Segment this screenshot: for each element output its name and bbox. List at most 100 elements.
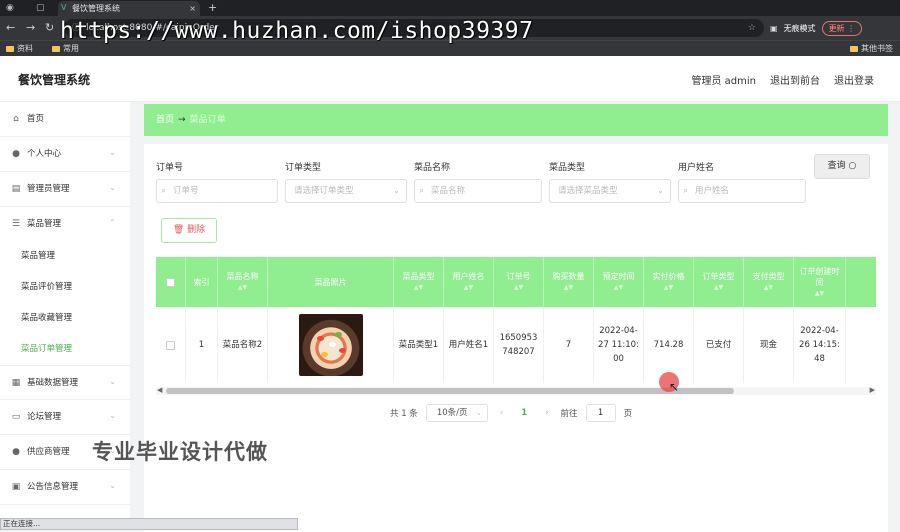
order-type-placeholder: 请选择订单类型 — [294, 186, 354, 196]
sidebar-item-label: 管理员管理 — [27, 184, 70, 194]
page-number[interactable]: 1 — [515, 408, 533, 418]
sidebar-item-base-data[interactable]: ▦ 基础数据管理 ⌄ — [0, 365, 130, 400]
dish-name-input[interactable]: ⌕ 菜品名称 — [414, 179, 542, 203]
bookmark-folder-1[interactable]: 资料 — [6, 41, 33, 56]
chevron-down-icon: ⌄ — [109, 377, 116, 386]
sub-item-dish-favorite[interactable]: 菜品收藏管理 — [0, 301, 130, 332]
trash-icon: 🗑 — [172, 225, 185, 235]
col-header-dish-type[interactable]: 菜品类型 ▲▼ — [394, 257, 444, 307]
browser-tab[interactable]: V 餐饮管理系统 × — [58, 1, 200, 16]
sidebar-item-label: 菜品管理 — [27, 219, 62, 229]
search-icon: ⌕ — [683, 186, 689, 196]
col-header-user-name[interactable]: 用户姓名 ▲▼ — [444, 257, 494, 307]
user-name-input[interactable]: ⌕ 用户姓名 — [678, 179, 806, 203]
app-title: 餐饮管理系统 — [18, 73, 91, 87]
col-header-order-no[interactable]: 订单号 ▲▼ — [494, 257, 544, 307]
user-name-placeholder: 用户姓名 — [695, 186, 730, 196]
dish-photo[interactable] — [298, 314, 363, 376]
admin-icon: ▤ — [11, 184, 21, 194]
sort-icon: ▲▼ — [463, 284, 474, 291]
goto-page-input[interactable]: 1 — [585, 404, 616, 422]
sort-icon: ▲▼ — [513, 284, 524, 291]
search-icon: ⌕ — [419, 186, 425, 196]
header-links: 管理员 admin 退出到前台 退出登录 — [691, 72, 874, 87]
url-text: localhost:8080/#/caipinOrder — [86, 23, 219, 33]
page-suffix: 页 — [623, 409, 633, 419]
sidebar-item-label: 个人中心 — [27, 149, 62, 159]
scroll-left-icon[interactable]: ◀ — [157, 386, 162, 394]
other-bookmarks[interactable]: 其他书签 — [850, 41, 893, 56]
new-tab-icon[interactable]: + — [208, 0, 217, 15]
sub-item-dish-manage[interactable]: 菜品管理 — [0, 239, 130, 270]
col-header-quantity[interactable]: 购买数量 ▲▼ — [544, 257, 594, 307]
logout-link[interactable]: 退出登录 — [834, 72, 874, 87]
browser-menu-icon[interactable]: ◉ — [6, 2, 14, 14]
dish-type-label: 菜品类型 — [549, 163, 586, 173]
incognito-indicator[interactable]: 无痕模式 — [784, 23, 816, 34]
address-bar: ← → ↻ ⓘ localhost:8080/#/caipinOrder ☆ ▣… — [0, 16, 900, 40]
app-header: 餐饮管理系统 管理员 admin 退出到前台 退出登录 — [0, 56, 900, 102]
dish-type-select[interactable]: 请选择菜品类型 ⌄ — [549, 179, 671, 203]
col-header-dish-name[interactable]: 菜品名称 ▲▼ — [218, 257, 268, 307]
select-all-checkbox[interactable] — [166, 277, 175, 287]
table-cell: 菜品名称2 — [218, 307, 268, 383]
back-to-front-link[interactable]: 退出到前台 — [770, 72, 820, 87]
header-label: 支付类型 — [752, 272, 785, 281]
query-label: 查询 — [827, 161, 846, 171]
bookmark-label: 常用 — [63, 44, 79, 53]
query-button[interactable]: 查询 ○ — [814, 154, 870, 179]
col-header-index[interactable]: 索引 — [186, 257, 218, 307]
header-label: 索引 — [193, 277, 210, 287]
col-header-price[interactable]: 实付价格 ▲▼ — [644, 257, 694, 307]
reload-icon[interactable]: ↻ — [45, 21, 54, 35]
sidebar-toggle-icon[interactable]: ▣ — [770, 24, 778, 33]
sub-item-label: 菜品评价管理 — [21, 282, 73, 292]
notice-icon: ▣ — [11, 482, 21, 492]
col-header-order-type[interactable]: 订单类型 ▲▼ — [694, 257, 744, 307]
sub-item-dish-order[interactable]: 菜品订单管理 — [0, 332, 130, 363]
browser-status-bar: 正在连接... — [0, 518, 298, 530]
promo-overlay-text: 专业毕业设计代做 — [92, 440, 268, 464]
sort-icon: ▲▼ — [814, 289, 825, 297]
sidebar-item-dishes[interactable]: ☰ 菜品管理 ⌃ — [0, 207, 130, 242]
col-header-reserve-time[interactable]: 预定时间 ▲▼ — [594, 257, 644, 307]
breadcrumb-home[interactable]: 首页 — [156, 115, 174, 125]
scroll-right-icon[interactable]: ▶ — [870, 386, 875, 394]
vue-favicon-icon: V — [61, 3, 67, 12]
col-header-created[interactable]: 订单创建时间 ▲▼ — [794, 257, 846, 307]
delete-button[interactable]: 🗑 删除 — [161, 218, 217, 243]
scrollbar-thumb[interactable] — [166, 388, 734, 394]
dish-name-label: 菜品名称 — [414, 163, 451, 173]
horizontal-scrollbar[interactable]: ◀ ▶ — [156, 386, 876, 395]
next-page-icon[interactable]: › — [541, 408, 552, 418]
sub-item-label: 菜品管理 — [21, 251, 56, 261]
bookmark-star-icon[interactable]: ☆ — [748, 19, 756, 37]
url-input[interactable]: ⓘ localhost:8080/#/caipinOrder ☆ — [64, 19, 764, 37]
col-header-pay-type[interactable]: 支付类型 ▲▼ — [744, 257, 794, 307]
forum-icon: ▭ — [11, 412, 21, 422]
header-label: 订单号 — [506, 272, 531, 281]
select-all-header — [156, 257, 186, 307]
forward-icon[interactable]: → — [26, 21, 35, 35]
order-type-select[interactable]: 请选择订单类型 ⌄ — [285, 179, 407, 203]
order-no-input[interactable]: ⌕ 订单号 — [156, 179, 278, 203]
prev-page-icon[interactable]: ‹ — [496, 408, 507, 418]
sidebar-item-personal[interactable]: ● 个人中心 ⌄ — [0, 137, 130, 172]
sidebar-item-home[interactable]: ⌂ 首页 — [0, 102, 130, 137]
sidebar-item-notice[interactable]: ▣ 公告信息管理 ⌄ — [0, 470, 130, 505]
sidebar-item-forum[interactable]: ▭ 论坛管理 ⌄ — [0, 400, 130, 435]
mouse-cursor-icon: ↖ — [669, 380, 680, 394]
sidebar-item-label: 首页 — [27, 114, 45, 124]
delete-label: 删除 — [187, 225, 206, 235]
row-checkbox[interactable] — [166, 340, 175, 350]
sidebar-item-admin[interactable]: ▤ 管理员管理 ⌄ — [0, 172, 130, 207]
window-icon[interactable]: ▢ — [36, 2, 45, 14]
chevron-down-icon: ⌄ — [109, 411, 116, 420]
update-button[interactable]: 更新 ⋮ — [821, 20, 863, 36]
close-tab-icon[interactable]: × — [189, 1, 196, 16]
back-icon[interactable]: ← — [6, 21, 15, 35]
page-size-select[interactable]: 10条/页 ⌄ — [425, 404, 488, 422]
folder-icon — [850, 45, 858, 52]
sub-item-dish-review[interactable]: 菜品评价管理 — [0, 270, 130, 301]
bookmark-folder-2[interactable]: 常用 — [52, 41, 79, 56]
